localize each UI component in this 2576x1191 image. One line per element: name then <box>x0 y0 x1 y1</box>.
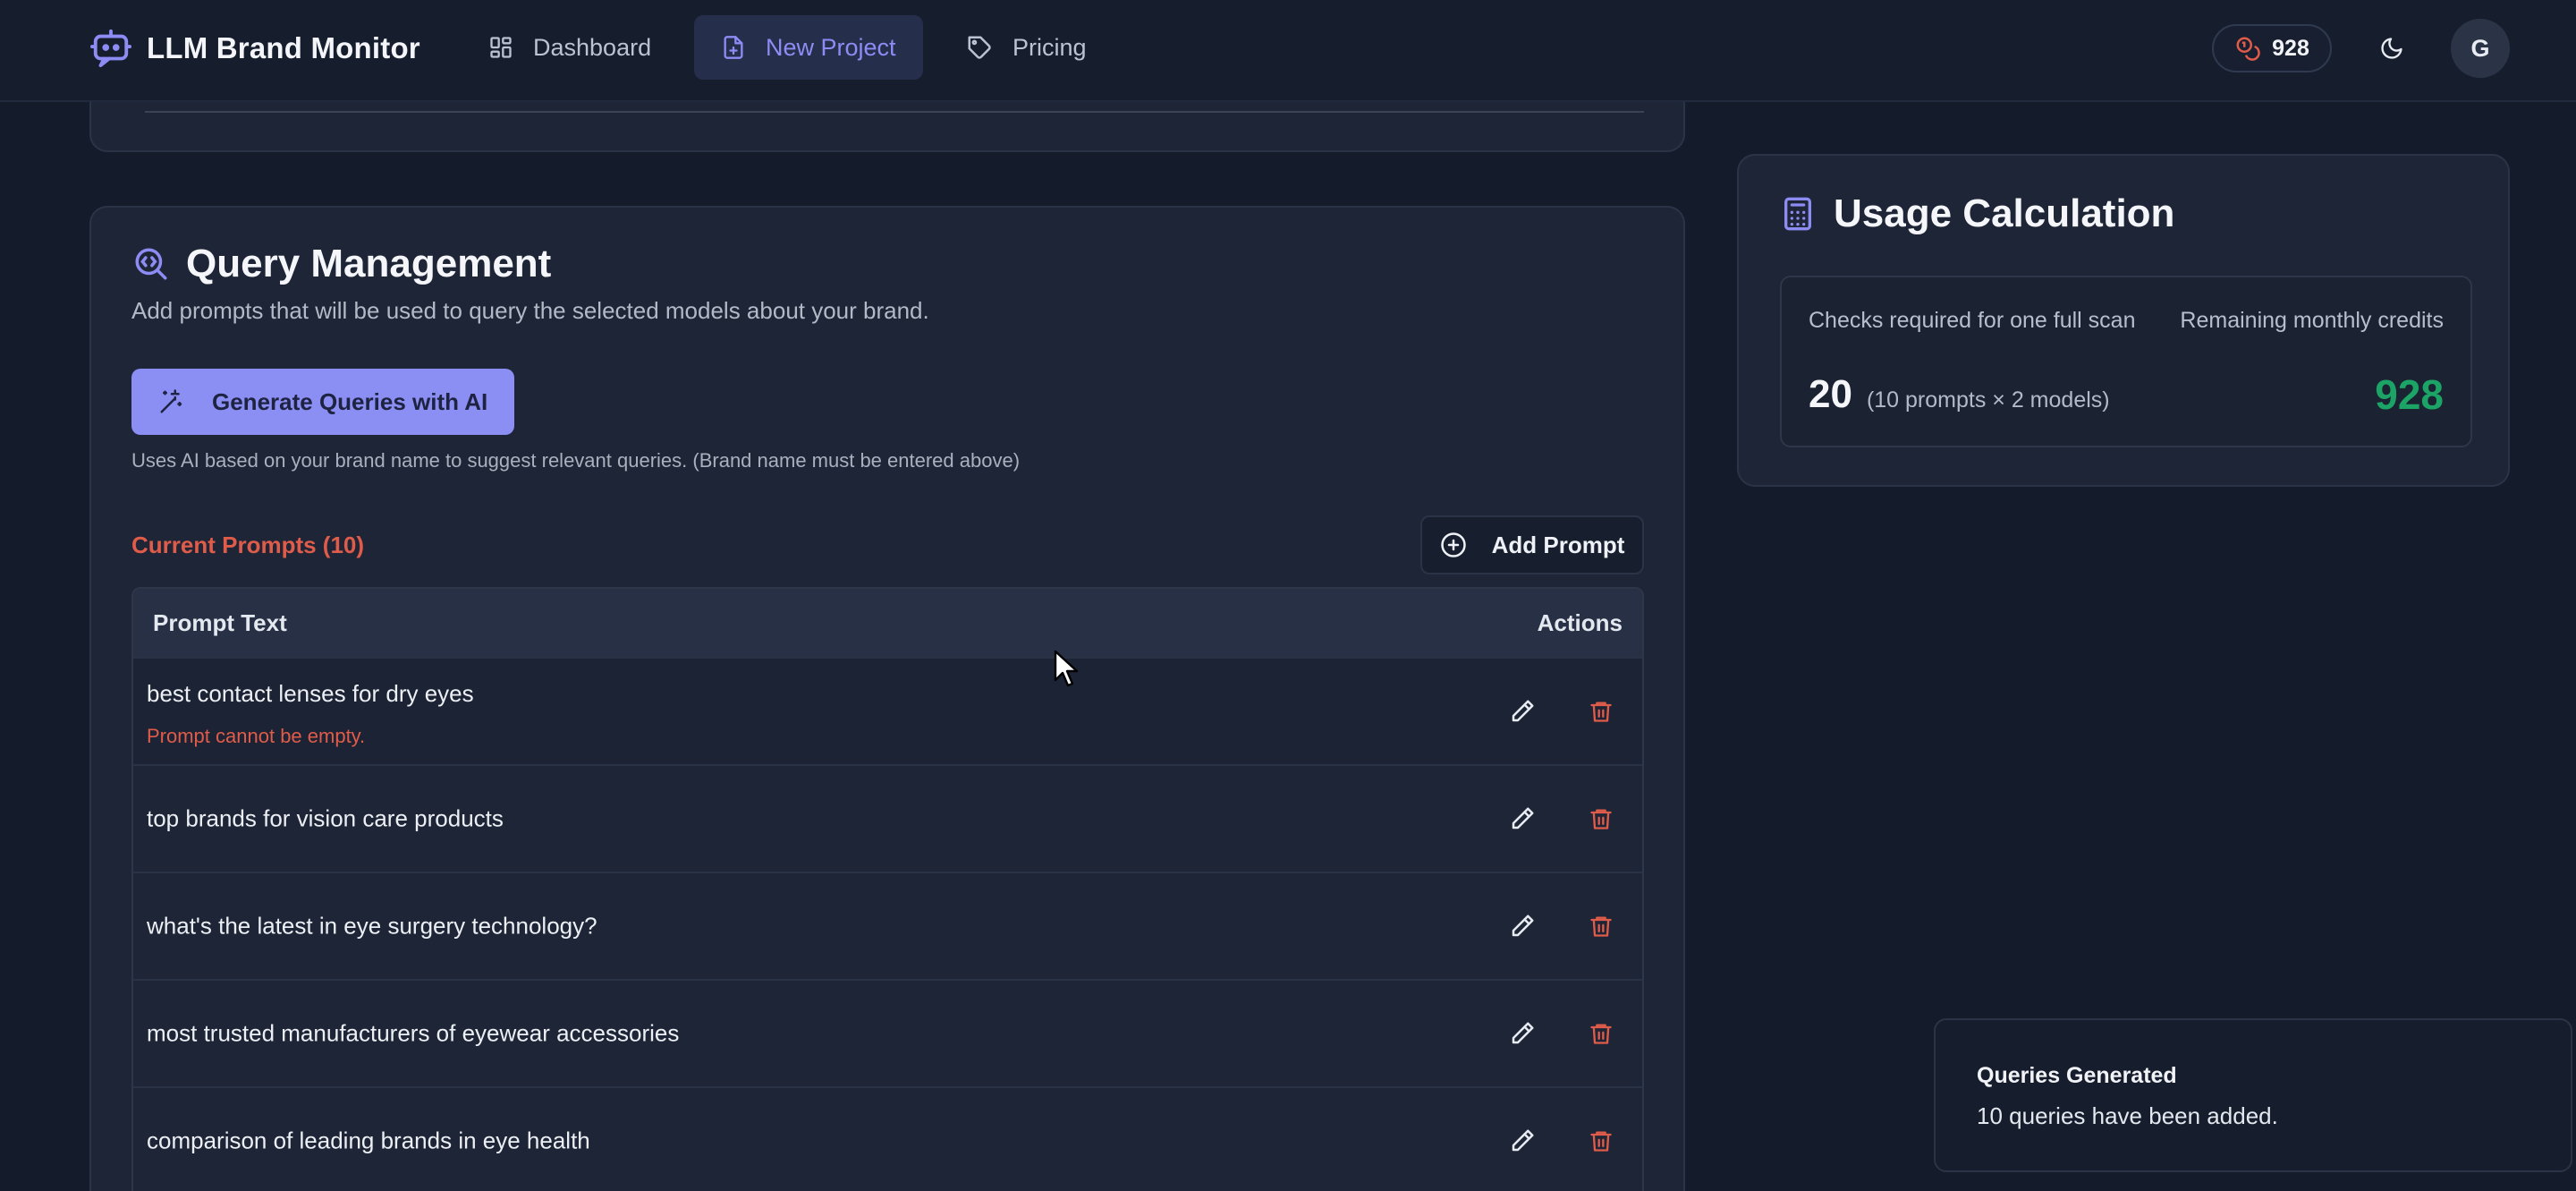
app-name: LLM Brand Monitor <box>147 31 420 64</box>
divider <box>145 111 1644 113</box>
usage-title: Usage Calculation <box>1780 191 2174 236</box>
trash-icon[interactable] <box>1585 1125 1617 1157</box>
avatar-initial: G <box>2470 34 2490 62</box>
trash-icon[interactable] <box>1585 803 1617 835</box>
toast-title: Queries Generated <box>1977 1063 2177 1088</box>
generate-queries-label: Generate Queries with AI <box>212 387 488 415</box>
checks-count: 20 (10 prompts × 2 models) <box>1809 372 2110 417</box>
nav-new-project-label: New Project <box>766 33 896 61</box>
current-prompts-heading: Current Prompts (10) <box>131 532 365 558</box>
nav-pricing-label: Pricing <box>1013 33 1087 61</box>
add-prompt-button[interactable]: Add Prompt <box>1420 515 1644 574</box>
moon-icon <box>2381 38 2402 59</box>
prompt-error: Prompt cannot be empty. <box>147 725 366 747</box>
table-row[interactable]: best contact lenses for dry eyes Prompt … <box>133 657 1642 764</box>
checks-value: 20 <box>1809 372 1852 416</box>
section-subtitle: Add prompts that will be used to query t… <box>131 297 929 324</box>
checks-label: Checks required for one full scan <box>1809 308 2136 333</box>
plus-circle-icon <box>1440 532 1466 557</box>
usage-summary-box: Checks required for one full scan 20 (10… <box>1780 276 2472 447</box>
section-title: Query Management <box>132 242 551 286</box>
prompts-table: Prompt Text Actions best contact lenses … <box>131 587 1644 1191</box>
prompt-text[interactable]: most trusted manufacturers of eyewear ac… <box>147 1020 679 1048</box>
page: LLM Brand Monitor Dashboard New Project … <box>0 0 2576 1191</box>
pencil-icon[interactable] <box>1506 803 1538 835</box>
top-navbar: LLM Brand Monitor Dashboard New Project … <box>0 0 2576 102</box>
brand[interactable]: LLM Brand Monitor <box>89 23 420 73</box>
table-row[interactable]: top brands for vision care products <box>133 764 1642 872</box>
trash-icon[interactable] <box>1585 695 1617 727</box>
usage-calculation-card: Usage Calculation Checks required for on… <box>1737 154 2510 487</box>
nav-dashboard-label: Dashboard <box>533 33 652 61</box>
credits-badge[interactable]: 928 <box>2212 24 2332 72</box>
theme-toggle[interactable] <box>2370 27 2413 70</box>
table-header: Prompt Text Actions <box>133 589 1642 657</box>
avatar[interactable]: G <box>2451 19 2510 78</box>
tag-icon <box>968 36 991 59</box>
pencil-icon[interactable] <box>1506 1017 1538 1050</box>
coins-icon <box>2236 37 2260 61</box>
table-row[interactable]: most trusted manufacturers of eyewear ac… <box>133 979 1642 1086</box>
search-bot-icon <box>135 248 167 280</box>
add-prompt-label: Add Prompt <box>1491 531 1625 558</box>
pencil-icon[interactable] <box>1506 695 1538 727</box>
trash-icon[interactable] <box>1585 1017 1617 1050</box>
nav-pricing[interactable]: Pricing <box>939 15 1114 80</box>
remaining-label: Remaining monthly credits <box>2180 308 2444 333</box>
remaining-value: 928 <box>2375 371 2444 418</box>
table-row[interactable]: comparison of leading brands in eye heal… <box>133 1086 1642 1191</box>
prompt-text[interactable]: comparison of leading brands in eye heal… <box>147 1127 590 1155</box>
nav-dashboard[interactable]: Dashboard <box>462 15 678 80</box>
grid-icon <box>490 37 512 58</box>
calculator-icon <box>1784 197 1811 231</box>
pencil-icon[interactable] <box>1506 1125 1538 1157</box>
toast-notification[interactable]: Queries Generated 10 queries have been a… <box>1934 1018 2572 1172</box>
magic-wand-icon <box>160 389 182 413</box>
usage-heading: Usage Calculation <box>1834 191 2175 235</box>
nav-new-project[interactable]: New Project <box>694 15 923 80</box>
prompt-text[interactable]: what's the latest in eye surgery technol… <box>147 913 597 940</box>
prompt-text[interactable]: best contact lenses for dry eyes <box>147 680 474 708</box>
generate-queries-button[interactable]: Generate Queries with AI <box>131 369 514 435</box>
column-actions: Actions <box>1537 608 1623 636</box>
column-prompt-text: Prompt Text <box>153 608 287 636</box>
table-row[interactable]: what's the latest in eye surgery technol… <box>133 872 1642 979</box>
mouse-cursor-icon <box>1054 650 1079 687</box>
pencil-icon[interactable] <box>1506 910 1538 942</box>
file-plus-icon <box>724 36 743 59</box>
credits-value: 928 <box>2272 35 2309 61</box>
generate-note: Uses AI based on your brand name to sugg… <box>131 449 1021 472</box>
query-management-card: Query Management Add prompts that will b… <box>89 206 1685 1191</box>
page-title: Query Management <box>186 242 552 285</box>
prompt-text[interactable]: top brands for vision care products <box>147 805 504 833</box>
checks-detail: (10 prompts × 2 models) <box>1866 387 2110 413</box>
bot-icon <box>89 27 132 70</box>
trash-icon[interactable] <box>1585 910 1617 942</box>
toast-message: 10 queries have been added. <box>1977 1102 2278 1129</box>
